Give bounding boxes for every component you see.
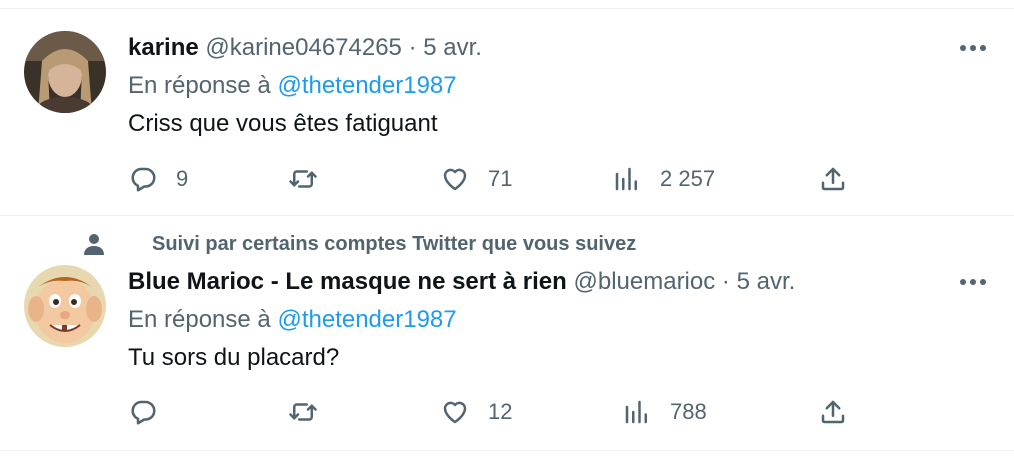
reply-mention-link[interactable]: @thetender1987	[277, 72, 456, 99]
reply-context: En réponse à @thetender1987	[128, 305, 457, 335]
share-button[interactable]	[818, 395, 848, 429]
share-icon	[821, 400, 845, 424]
retweet-icon	[289, 403, 317, 421]
reply-context: En réponse à @thetender1987	[128, 71, 457, 101]
more-dot	[970, 45, 976, 51]
reply-button[interactable]: 9	[128, 162, 188, 196]
separator: ·	[408, 34, 417, 61]
action-bar: 12 788	[128, 395, 868, 429]
views-count: 788	[670, 399, 707, 424]
views-button[interactable]: 788	[622, 395, 707, 429]
views-button[interactable]: 2 257	[612, 162, 715, 196]
display-name[interactable]: Blue Marioc - Le masque ne sert à rien	[128, 268, 567, 295]
more-dot	[980, 45, 986, 51]
timestamp[interactable]: 5 avr.	[423, 34, 482, 61]
avatar[interactable]	[24, 265, 106, 347]
more-dot	[970, 279, 976, 285]
tweet-divider	[0, 450, 1014, 451]
top-divider	[0, 8, 1014, 9]
retweet-icon	[289, 170, 317, 188]
avatar[interactable]	[24, 31, 106, 113]
tweet-header: karine @karine04674265 · 5 avr.	[128, 33, 482, 63]
reply-icon	[131, 167, 156, 192]
social-context-text: Suivi par certains comptes Twitter que v…	[152, 232, 637, 255]
reply-count: 9	[176, 166, 189, 191]
reply-icon	[131, 400, 156, 425]
analytics-icon	[615, 167, 637, 191]
like-button[interactable]: 71	[440, 162, 512, 196]
retweet-button[interactable]	[288, 395, 336, 429]
heart-icon	[443, 401, 467, 424]
user-handle[interactable]: @bluemarioc	[573, 268, 715, 295]
more-dot	[980, 279, 986, 285]
retweet-button[interactable]	[288, 162, 336, 196]
more-options-button[interactable]	[956, 33, 990, 63]
tweet-header: Blue Marioc - Le masque ne sert à rien @…	[128, 267, 795, 297]
like-button[interactable]: 12	[440, 395, 512, 429]
tweet-text: Tu sors du placard?	[128, 344, 340, 371]
timestamp[interactable]: 5 avr.	[737, 268, 796, 295]
person-icon	[84, 234, 104, 255]
reply-mention-link[interactable]: @thetender1987	[277, 306, 456, 333]
more-dot	[960, 45, 966, 51]
share-icon	[821, 167, 845, 191]
analytics-icon	[625, 400, 647, 424]
more-options-button[interactable]	[956, 267, 990, 297]
action-bar: 9 71 2 257	[128, 162, 868, 196]
heart-icon	[443, 168, 467, 191]
more-dot	[960, 279, 966, 285]
tweet-text: Criss que vous êtes fatiguant	[128, 110, 438, 137]
reply-prefix: En réponse à	[128, 306, 271, 333]
reply-button[interactable]	[128, 395, 176, 429]
tweet-divider	[0, 215, 1014, 216]
display-name[interactable]: karine	[128, 34, 199, 61]
reply-prefix: En réponse à	[128, 72, 271, 99]
like-count: 71	[488, 166, 513, 191]
user-handle[interactable]: @karine04674265	[205, 34, 402, 61]
share-button[interactable]	[818, 162, 848, 196]
separator: ·	[721, 268, 730, 295]
like-count: 12	[488, 399, 513, 424]
views-count: 2 257	[660, 166, 716, 191]
social-context: Suivi par certains comptes Twitter que v…	[82, 232, 636, 256]
